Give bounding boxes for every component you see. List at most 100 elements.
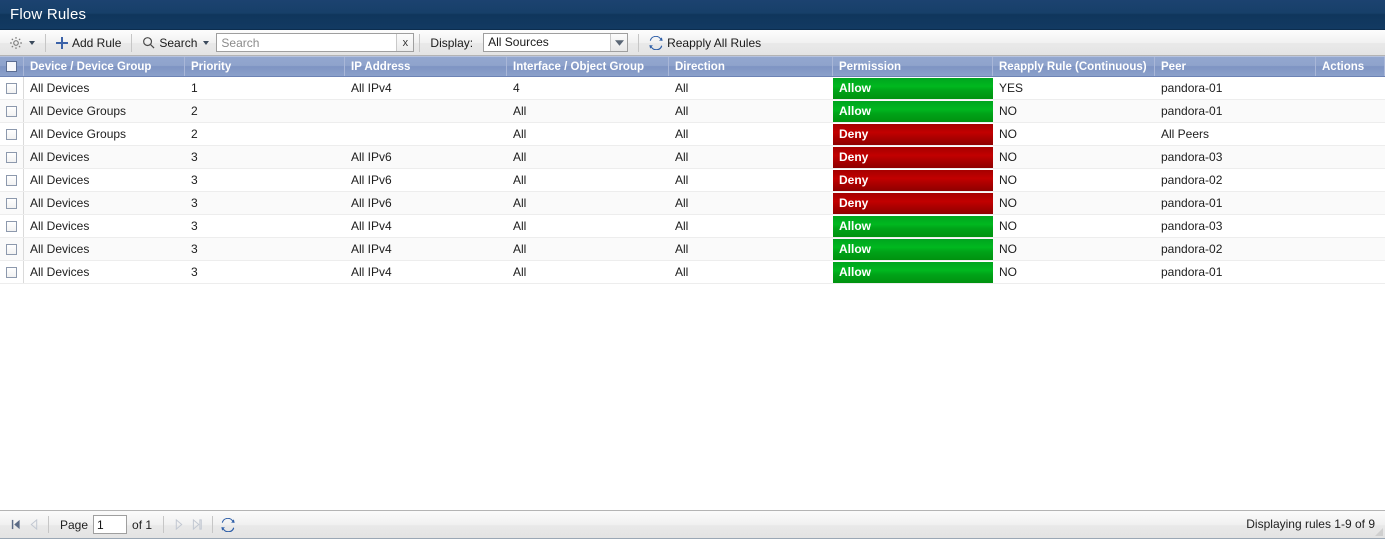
- cell-actions: [1316, 146, 1385, 168]
- cell-reapply: NO: [999, 173, 1017, 187]
- toolbar-separator-2: [131, 33, 133, 52]
- cell-actions: [1316, 169, 1385, 191]
- permission-cell: Deny: [833, 192, 993, 214]
- status-badge: Allow: [833, 101, 993, 122]
- cell-interface: All: [513, 265, 527, 279]
- add-rule-label: Add Rule: [72, 35, 122, 50]
- column-header-priority[interactable]: Priority: [185, 57, 345, 76]
- resize-grip-icon[interactable]: [1374, 527, 1384, 537]
- cell-actions: [1316, 77, 1385, 99]
- status-badge: Deny: [833, 193, 993, 214]
- footer-separator-3: [212, 516, 214, 533]
- row-select-checkbox[interactable]: [0, 192, 24, 214]
- cell-priority: 1: [191, 81, 198, 95]
- cell-device: All Devices: [30, 242, 90, 256]
- cell-reapply: NO: [999, 265, 1017, 279]
- table-row[interactable]: All Devices 3 All IPv6 All All Deny NO pandora-…: [0, 146, 1385, 169]
- toolbar-separator-3: [419, 33, 421, 52]
- display-source-value: All Sources: [488, 35, 549, 49]
- cell-device: All Devices: [30, 265, 90, 279]
- cell-actions: [1316, 238, 1385, 260]
- table-row[interactable]: All Devices 3 All IPv4 All All Allow NO pandora…: [0, 261, 1385, 284]
- page-number-input[interactable]: [93, 515, 128, 534]
- checkbox-icon[interactable]: [6, 266, 17, 278]
- clear-search-button[interactable]: x: [396, 34, 414, 51]
- column-header-reapply[interactable]: Reapply Rule (Continuous): [993, 57, 1155, 76]
- cell-peer: pandora-03: [1161, 150, 1223, 164]
- row-select-checkbox[interactable]: [0, 146, 24, 168]
- checkbox-icon[interactable]: [6, 151, 17, 163]
- column-header-actions[interactable]: Actions: [1316, 57, 1385, 76]
- search-menu-button[interactable]: Search: [137, 32, 214, 54]
- checkbox-icon[interactable]: [6, 61, 17, 72]
- table-row[interactable]: All Devices 3 All IPv4 All All Allow NO pandora…: [0, 215, 1385, 238]
- checkbox-icon[interactable]: [6, 243, 17, 255]
- toolbar-separator-1: [45, 33, 46, 52]
- cell-direction: All: [675, 173, 689, 187]
- cell-ip: All IPv6: [351, 173, 392, 187]
- cell-priority: 3: [191, 242, 198, 256]
- table-row[interactable]: All Device Groups 2 All All Allow NO pandora-0…: [0, 100, 1385, 123]
- row-select-checkbox[interactable]: [0, 261, 24, 283]
- checkbox-icon[interactable]: [6, 82, 17, 94]
- cell-peer: pandora-01: [1161, 104, 1223, 118]
- checkbox-icon[interactable]: [6, 220, 17, 232]
- column-header-perm[interactable]: Permission: [833, 57, 993, 76]
- table-row[interactable]: All Devices 3 All IPv4 All All Allow NO pandora…: [0, 238, 1385, 261]
- checkbox-icon[interactable]: [6, 105, 17, 117]
- column-header-ip[interactable]: IP Address: [345, 57, 507, 76]
- row-select-checkbox[interactable]: [0, 169, 24, 191]
- cell-direction: All: [675, 219, 689, 233]
- search-input[interactable]: [217, 34, 397, 51]
- cell-ip: [345, 123, 507, 145]
- settings-menu-button[interactable]: [4, 32, 40, 54]
- next-page-icon[interactable]: [170, 516, 188, 534]
- cell-interface: All: [513, 104, 527, 118]
- cell-peer: pandora-01: [1161, 265, 1223, 279]
- chevron-down-icon[interactable]: [610, 34, 628, 51]
- cell-device: All Devices: [30, 196, 90, 210]
- cell-peer: pandora-02: [1161, 242, 1223, 256]
- cell-direction: All: [675, 81, 689, 95]
- column-header-peer[interactable]: Peer: [1155, 57, 1316, 76]
- first-page-icon[interactable]: [6, 516, 24, 534]
- cell-interface: All: [513, 196, 527, 210]
- status-badge: Deny: [833, 147, 993, 168]
- checkbox-icon[interactable]: [6, 174, 17, 186]
- page-total-label: of 1: [132, 517, 153, 532]
- flow-rules-window: Flow Rules Add Rule Search Search x Disp…: [0, 0, 1385, 539]
- table-row[interactable]: All Device Groups 2 All All Deny NO All Peers: [0, 123, 1385, 146]
- cell-peer: pandora-03: [1161, 219, 1223, 233]
- grid-body: All Devices 1 All IPv4 4 All Allow YES pandora-…: [0, 77, 1385, 510]
- checkbox-icon[interactable]: [6, 197, 17, 209]
- add-rule-button[interactable]: Add Rule: [51, 32, 126, 54]
- column-header-device[interactable]: Device / Device Group: [24, 57, 185, 76]
- magnifier-icon: [142, 36, 155, 49]
- column-header-interface[interactable]: Interface / Object Group: [507, 57, 669, 76]
- table-row[interactable]: All Devices 3 All IPv6 All All Deny NO pandora-…: [0, 192, 1385, 215]
- table-row[interactable]: All Devices 3 All IPv6 All All Deny NO pandora-…: [0, 169, 1385, 192]
- row-select-checkbox[interactable]: [0, 215, 24, 237]
- checkbox-icon[interactable]: [6, 128, 17, 140]
- select-all-checkbox[interactable]: [0, 57, 24, 76]
- display-source-select[interactable]: All Sources: [483, 33, 629, 52]
- refresh-icon[interactable]: [219, 516, 237, 534]
- row-select-checkbox[interactable]: [0, 238, 24, 260]
- cell-interface: All: [513, 127, 527, 141]
- column-header-direction[interactable]: Direction: [669, 57, 833, 76]
- reapply-all-rules-button[interactable]: Reapply All Rules: [644, 32, 766, 54]
- table-row[interactable]: All Devices 1 All IPv4 4 All Allow YES pandora-…: [0, 77, 1385, 100]
- cell-peer: All Peers: [1161, 127, 1210, 141]
- previous-page-icon[interactable]: [24, 516, 42, 534]
- cell-ip: All IPv4: [351, 81, 392, 95]
- display-label: Display:: [430, 35, 474, 50]
- row-select-checkbox[interactable]: [0, 77, 24, 99]
- page-label: Page: [60, 517, 89, 532]
- row-select-checkbox[interactable]: [0, 100, 24, 122]
- status-badge: Allow: [833, 216, 993, 237]
- cell-priority: 2: [191, 104, 198, 118]
- permission-cell: Allow: [833, 100, 993, 122]
- row-select-checkbox[interactable]: [0, 123, 24, 145]
- last-page-icon[interactable]: [188, 516, 206, 534]
- cell-direction: All: [675, 127, 689, 141]
